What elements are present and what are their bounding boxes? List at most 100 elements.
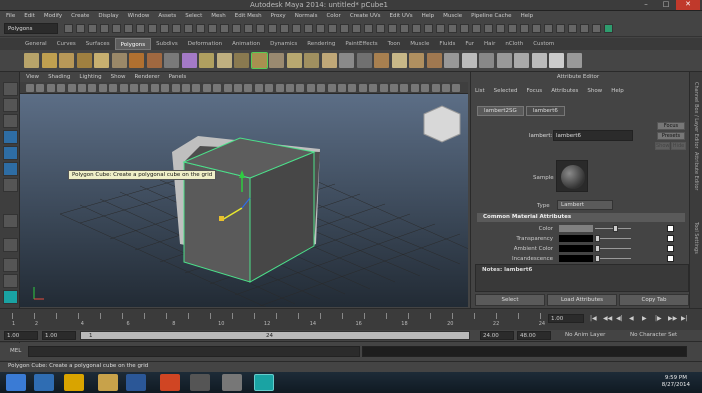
maximize-button[interactable]: □ xyxy=(656,0,676,10)
status-tool-icon[interactable] xyxy=(292,24,301,33)
shelf-tool-icon[interactable] xyxy=(356,53,372,68)
manipulator-icon[interactable] xyxy=(3,178,18,192)
shelf-tool-icon[interactable] xyxy=(391,53,407,68)
shelf-tool-icon[interactable] xyxy=(199,53,214,68)
shelf-tab[interactable]: Animation xyxy=(227,38,265,50)
shelf-tool-icon[interactable] xyxy=(269,53,284,68)
status-tool-icon[interactable] xyxy=(592,24,601,33)
playback-button[interactable]: ▶▶ xyxy=(668,315,677,322)
panel-tool-icon[interactable] xyxy=(254,84,263,92)
panel-tool-icon[interactable] xyxy=(78,84,86,92)
color-swatch[interactable] xyxy=(559,255,593,262)
menu-item[interactable]: Assets xyxy=(158,11,176,21)
shelf-tab[interactable]: PaintEffects xyxy=(340,38,382,50)
shelf-tab[interactable]: Fluids xyxy=(434,38,460,50)
start-icon[interactable] xyxy=(6,374,26,391)
panel-tool-icon[interactable] xyxy=(213,84,222,92)
status-tool-icon[interactable] xyxy=(412,24,421,33)
panel-menu-item[interactable]: View xyxy=(26,72,39,82)
shelf-tool-icon[interactable] xyxy=(24,53,39,68)
status-tool-icon[interactable] xyxy=(88,24,97,33)
status-tool-icon[interactable] xyxy=(484,24,493,33)
playback-button[interactable]: |▶ xyxy=(655,315,662,322)
status-tool-icon[interactable] xyxy=(556,24,565,33)
shelf-tool-icon[interactable] xyxy=(41,53,57,68)
status-tool-icon[interactable] xyxy=(328,24,337,33)
menu-item[interactable]: Pipeline Cache xyxy=(471,11,511,21)
show-button[interactable]: Show xyxy=(655,142,670,150)
menu-item[interactable]: Window xyxy=(128,11,150,21)
panel-tool-icon[interactable] xyxy=(88,84,97,92)
shelf-tool-icon[interactable] xyxy=(514,53,529,68)
status-tool-icon[interactable] xyxy=(364,24,373,33)
ae-menu-item[interactable]: Show xyxy=(587,88,602,94)
panel-tool-icon[interactable] xyxy=(161,84,170,92)
panel-tool-icon[interactable] xyxy=(442,84,450,92)
status-tool-icon[interactable] xyxy=(448,24,457,33)
shelf-tool-icon[interactable] xyxy=(286,53,302,68)
status-tool-icon[interactable] xyxy=(532,24,541,33)
status-tool-icon[interactable] xyxy=(196,24,205,33)
end-time-field[interactable]: 48.00 xyxy=(517,331,551,340)
shelf-tab[interactable]: Subdivs xyxy=(151,38,183,50)
powerpoint-icon[interactable] xyxy=(160,374,180,391)
map-button[interactable] xyxy=(667,255,674,262)
clock[interactable]: 9:59 PM 8/27/2014 xyxy=(662,375,690,389)
chrome-icon[interactable] xyxy=(64,374,84,391)
panel-tool-icon[interactable] xyxy=(327,84,336,92)
status-tool-icon[interactable] xyxy=(64,24,73,33)
playback-button[interactable]: ▶| xyxy=(681,315,688,322)
shelf-tool-icon[interactable] xyxy=(374,53,389,68)
playback-button[interactable]: ◀| xyxy=(616,315,623,322)
panel-tool-icon[interactable] xyxy=(306,84,315,92)
status-tool-icon[interactable] xyxy=(100,24,109,33)
status-tool-icon[interactable] xyxy=(184,24,193,33)
playback-button[interactable]: ◀◀ xyxy=(603,315,612,322)
shelf-tool-icon[interactable] xyxy=(250,52,268,69)
attribute-slider[interactable] xyxy=(595,258,631,259)
shelf-tool-icon[interactable] xyxy=(234,53,249,68)
shelf-tab[interactable]: Dynamics xyxy=(265,38,302,50)
shelf-tool-icon[interactable] xyxy=(444,53,459,68)
shelf-tool-icon[interactable] xyxy=(181,53,197,68)
move-tool-icon[interactable] xyxy=(3,130,18,144)
panel-tool-icon[interactable] xyxy=(296,84,305,92)
shelf-tab[interactable]: Rendering xyxy=(302,38,340,50)
ae-bottom-button[interactable]: Select xyxy=(475,294,545,306)
ae-tab[interactable]: lambert2SG xyxy=(477,106,524,116)
section-common-material[interactable]: Common Material Attributes xyxy=(477,213,685,222)
shelf-tool-icon[interactable] xyxy=(479,53,494,68)
menu-item[interactable]: Display xyxy=(98,11,118,21)
last-tool-icon[interactable] xyxy=(3,214,18,228)
status-tool-icon[interactable] xyxy=(388,24,397,33)
ie-icon[interactable] xyxy=(34,374,54,391)
shelf-tab[interactable]: Hair xyxy=(479,38,500,50)
menu-item[interactable]: Normals xyxy=(295,11,318,21)
status-tool-icon[interactable] xyxy=(604,24,613,33)
layout-persp-icon[interactable] xyxy=(3,290,18,304)
panel-tool-icon[interactable] xyxy=(130,84,138,92)
ae-menu-item[interactable]: List xyxy=(475,88,485,94)
panel-tool-icon[interactable] xyxy=(369,84,378,92)
panel-tool-icon[interactable] xyxy=(140,84,149,92)
type-select[interactable]: Lambert xyxy=(557,200,613,210)
menu-item[interactable]: Help xyxy=(422,11,435,21)
playback-button[interactable]: |◀ xyxy=(590,315,597,322)
layout-single-icon[interactable] xyxy=(3,238,18,252)
map-button[interactable] xyxy=(667,235,674,242)
shelf-tool-icon[interactable] xyxy=(461,53,477,68)
panel-tool-icon[interactable] xyxy=(286,84,294,92)
status-tool-icon[interactable] xyxy=(280,24,289,33)
menu-item[interactable]: Create xyxy=(71,11,89,21)
status-tool-icon[interactable] xyxy=(544,24,553,33)
shelf-tool-icon[interactable] xyxy=(304,53,319,68)
ae-menu-item[interactable]: Selected xyxy=(494,88,518,94)
shelf-tool-icon[interactable] xyxy=(566,53,582,68)
side-tab[interactable]: Tool Settings xyxy=(693,222,699,254)
maya-icon[interactable] xyxy=(254,374,274,391)
panel-tool-icon[interactable] xyxy=(358,84,367,92)
side-tab[interactable]: Attribute Editor xyxy=(693,152,699,190)
range-bar[interactable]: 1 24 xyxy=(80,331,470,340)
shelf-tool-icon[interactable] xyxy=(129,53,144,68)
slider-knob[interactable] xyxy=(595,255,600,262)
